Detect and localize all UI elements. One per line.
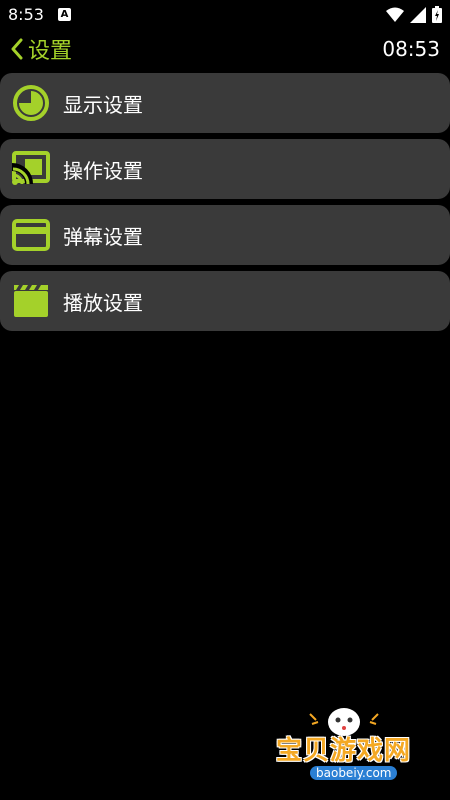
cast-icon	[11, 151, 50, 185]
menu-item-danmaku-settings[interactable]: 弹幕设置	[0, 205, 450, 265]
header-clock: 08:53	[382, 37, 440, 61]
wifi-icon	[386, 7, 404, 22]
status-icons	[386, 6, 442, 23]
watermark-url: baobeiy.com	[310, 766, 398, 780]
menu-item-operation-settings[interactable]: 操作设置	[0, 139, 450, 199]
menu-item-label: 操作设置	[63, 158, 143, 183]
notification-a-icon: A	[58, 8, 71, 21]
cellular-signal-icon	[410, 6, 426, 23]
back-button[interactable]: 设置	[10, 34, 72, 64]
menu-item-display-settings[interactable]: 显示设置	[0, 73, 450, 133]
menu-item-playback-settings[interactable]: 播放设置	[0, 271, 450, 331]
status-time: 8:53	[8, 5, 44, 24]
card-icon	[12, 219, 50, 251]
watermark-title: 宝贝游戏网	[276, 736, 412, 766]
header: 设置 08:53	[0, 32, 450, 68]
watermark-logo: 宝贝游戏网 baobeiy.com	[270, 700, 450, 800]
menu-item-label: 显示设置	[63, 92, 143, 117]
clapperboard-icon	[14, 285, 48, 317]
page-title: 设置	[28, 39, 73, 64]
clock-icon	[13, 85, 49, 121]
chevron-left-icon	[11, 38, 23, 60]
menu-item-label: 播放设置	[63, 290, 143, 315]
status-bar: 8:53 A	[0, 0, 450, 32]
battery-icon	[432, 6, 442, 23]
menu-item-label: 弹幕设置	[63, 224, 143, 249]
